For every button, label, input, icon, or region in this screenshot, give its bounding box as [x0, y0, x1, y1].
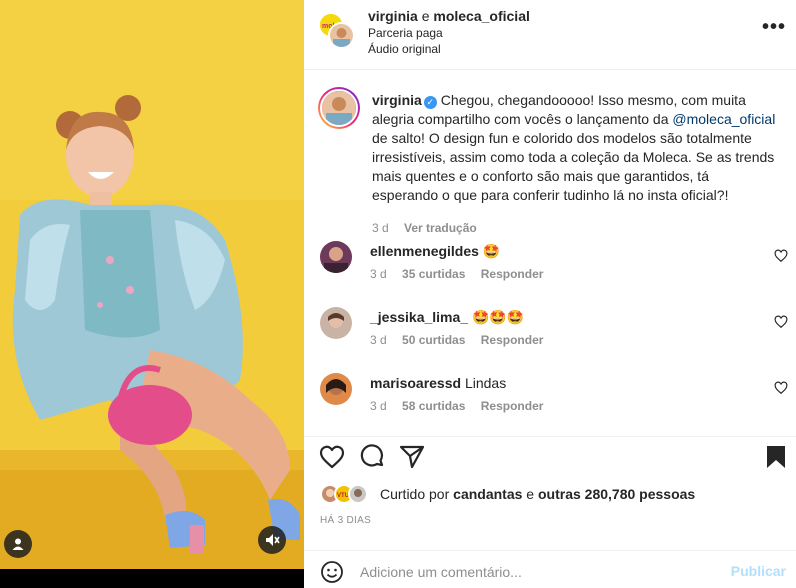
likes-text: Curtido por candantas e outras 280,780 p… [380, 486, 695, 502]
caption-meta: 3 d Ver tradução [372, 221, 477, 235]
post-date[interactable]: HÁ 3 DIAS [320, 515, 371, 526]
post-video[interactable] [0, 0, 304, 569]
comment-text: _jessika_lima_ 🤩🤩🤩 [370, 309, 524, 326]
heart-icon[interactable] [774, 381, 788, 395]
likes-summary: VTU Curtido por candantas e outras 280,7… [320, 482, 790, 506]
comment-likes[interactable]: 50 curtidas [402, 333, 465, 347]
smiley-icon[interactable] [320, 560, 344, 584]
comment-username[interactable]: ellenmenegildes [370, 243, 479, 259]
avatar [348, 484, 368, 504]
media-bottom-bar [0, 569, 304, 588]
heart-icon[interactable] [318, 443, 346, 471]
story-ring[interactable] [318, 87, 360, 129]
more-dots-icon[interactable]: ••• [762, 17, 786, 42]
post-actions [304, 436, 796, 476]
author-link[interactable]: virginia [368, 8, 418, 24]
author-link[interactable]: moleca_oficial [433, 8, 530, 24]
publish-button[interactable]: Publicar [731, 563, 786, 579]
post-authors: virginia e moleca_oficial [368, 8, 530, 24]
caption-time[interactable]: 3 d [372, 221, 389, 235]
paper-plane-icon[interactable] [398, 443, 426, 471]
comment-likes[interactable]: 35 curtidas [402, 267, 465, 281]
caption-text: virginia ✓ Chegou, chegandooooo! Isso mesm… [372, 91, 776, 205]
tag-button[interactable] [4, 530, 32, 558]
comment-item: ellenmenegildes 🤩 3 d 35 curtidas Respon… [318, 241, 788, 301]
liker-username[interactable]: candantas [453, 486, 522, 502]
heart-icon[interactable] [774, 249, 788, 263]
comment-likes[interactable]: 58 curtidas [402, 399, 465, 413]
add-comment-bar: Publicar [304, 550, 796, 588]
comment-time[interactable]: 3 d [370, 333, 387, 347]
reply-button[interactable]: Responder [481, 399, 544, 413]
mute-button[interactable] [258, 526, 286, 554]
reply-button[interactable]: Responder [481, 267, 544, 281]
authors-joiner: e [421, 8, 430, 24]
likes-joiner: e [526, 486, 535, 502]
person-tag-icon [12, 538, 24, 550]
comment-body: Lindas [464, 375, 507, 391]
mention-link[interactable]: @moleca_oficial [672, 111, 775, 127]
likes-others-link[interactable]: outras 280,780 pessoas [538, 486, 695, 502]
liker-avatars: VTU [320, 484, 376, 504]
comment-meta: 3 d 58 curtidas Responder [370, 399, 555, 413]
post-details-panel: mol virginia e moleca_oficial Parceria p… [304, 0, 796, 588]
comment-item: marisoaressd Lindas 3 d 58 curtidas Resp… [318, 373, 788, 433]
post-media[interactable] [0, 0, 304, 588]
comment-bubble-icon[interactable] [358, 443, 386, 471]
caption-body-rest: de salto! O design fun e colorido dos mo… [372, 130, 775, 203]
comment-text: ellenmenegildes 🤩 [370, 243, 500, 260]
coauthor-avatars[interactable]: mol [318, 12, 358, 52]
audio-link[interactable]: Áudio original [368, 42, 441, 56]
post-header: mol virginia e moleca_oficial Parceria p… [304, 0, 796, 70]
avatar[interactable] [320, 373, 352, 405]
comment-meta: 3 d 50 curtidas Responder [370, 333, 555, 347]
comment-username[interactable]: _jessika_lima_ [370, 309, 468, 325]
avatar [320, 89, 358, 127]
avatar[interactable] [320, 307, 352, 339]
verified-badge-icon: ✓ [423, 96, 437, 109]
translate-button[interactable]: Ver tradução [404, 221, 477, 235]
reply-button[interactable]: Responder [481, 333, 544, 347]
avatar[interactable] [320, 241, 352, 273]
speaker-muted-icon [266, 534, 280, 546]
avatar[interactable] [328, 22, 355, 49]
comment-meta: 3 d 35 curtidas Responder [370, 267, 555, 281]
heart-icon[interactable] [774, 315, 788, 329]
comment-body: 🤩🤩🤩 [471, 309, 525, 325]
comment-username[interactable]: marisoaressd [370, 375, 461, 391]
paid-partnership-label[interactable]: Parceria paga [368, 26, 443, 40]
comment-time[interactable]: 3 d [370, 267, 387, 281]
likes-prefix: Curtido por [380, 486, 450, 502]
comments-list[interactable]: virginia ✓ Chegou, chegandooooo! Isso mesm… [304, 71, 796, 435]
comment-body: 🤩 [482, 243, 501, 259]
comment-time[interactable]: 3 d [370, 399, 387, 413]
comment-item: _jessika_lima_ 🤩🤩🤩 3 d 50 curtidas Respo… [318, 307, 788, 367]
caption-username[interactable]: virginia [372, 92, 422, 108]
comment-text: marisoaressd Lindas [370, 375, 506, 391]
comment-input[interactable] [360, 561, 720, 583]
bookmark-icon[interactable] [762, 443, 790, 471]
